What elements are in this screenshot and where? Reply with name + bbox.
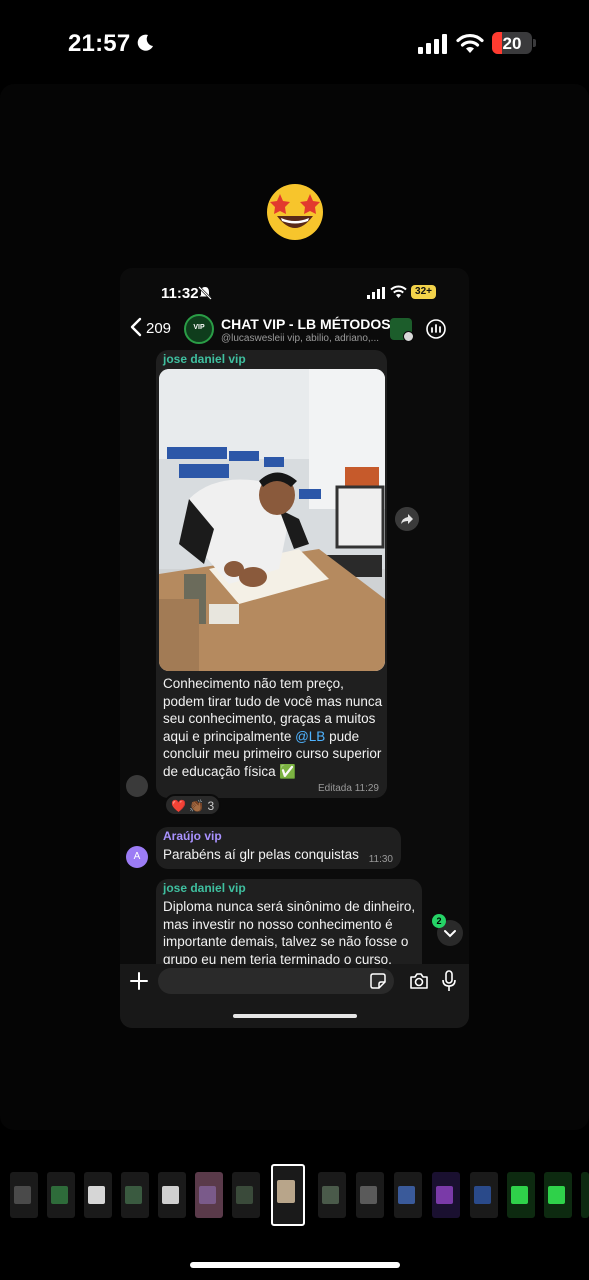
message-text: Parabéns aí glr pelas conquistas bbox=[163, 847, 359, 862]
thumbnail[interactable] bbox=[84, 1172, 112, 1218]
battery-level: 20 bbox=[502, 34, 522, 53]
group-avatar[interactable]: VIP bbox=[184, 314, 214, 344]
inner-home-indicator bbox=[233, 1014, 357, 1018]
camera-icon[interactable] bbox=[409, 972, 429, 990]
message-bubble[interactable]: Araújo vip Parabéns aí glr pelas conquis… bbox=[156, 827, 401, 869]
bell-muted-icon bbox=[198, 286, 212, 300]
chat-screenshot: 11:32 32+ 209 VIP CHAT VIP - LB MÉTODOS … bbox=[120, 268, 469, 1028]
chat-header: 209 VIP CHAT VIP - LB MÉTODOS @lucaswesl… bbox=[120, 308, 469, 350]
classroom-photo bbox=[159, 369, 385, 671]
battery-indicator: 20 bbox=[492, 32, 532, 54]
message-time: Editada 11:29 bbox=[318, 783, 379, 794]
message-input[interactable] bbox=[158, 968, 394, 994]
message-photo[interactable] bbox=[159, 369, 385, 671]
message-time: 11:30 bbox=[368, 854, 393, 865]
thumbnail[interactable] bbox=[581, 1172, 589, 1218]
message-list[interactable]: jose daniel vip Conhecimento não tem pre… bbox=[120, 350, 469, 964]
inner-battery: 32+ bbox=[411, 285, 436, 299]
star-struck-emoji bbox=[267, 184, 323, 240]
thumbnail[interactable] bbox=[47, 1172, 75, 1218]
os-status-bar: 21:57 20 bbox=[0, 0, 589, 84]
inner-status-bar: 11:32 32+ bbox=[120, 268, 469, 308]
message-composer bbox=[120, 964, 469, 1028]
message-sender[interactable]: Araújo vip bbox=[163, 829, 222, 843]
sender-avatar[interactable] bbox=[126, 775, 148, 797]
thumbnail[interactable] bbox=[232, 1172, 260, 1218]
inner-wifi-icon bbox=[390, 285, 407, 298]
moon-icon bbox=[137, 34, 153, 51]
signal-icon bbox=[418, 34, 447, 54]
thumbnail[interactable] bbox=[318, 1172, 346, 1218]
thumbnail[interactable] bbox=[432, 1172, 460, 1218]
thumbnail[interactable] bbox=[10, 1172, 38, 1218]
wifi-icon bbox=[456, 33, 484, 53]
share-icon[interactable] bbox=[395, 507, 419, 531]
thumbnail[interactable] bbox=[195, 1172, 223, 1218]
mention-link[interactable]: @LB bbox=[295, 729, 325, 744]
thumbnail[interactable] bbox=[394, 1172, 422, 1218]
thumbnail[interactable] bbox=[470, 1172, 498, 1218]
poll-icon[interactable] bbox=[425, 318, 447, 340]
back-unread-count[interactable]: 209 bbox=[146, 320, 171, 337]
inner-time: 11:32 bbox=[161, 285, 199, 302]
thumbnail[interactable] bbox=[158, 1172, 186, 1218]
home-indicator[interactable] bbox=[190, 1262, 400, 1268]
unread-badge: 2 bbox=[432, 914, 446, 928]
message-bubble[interactable]: jose daniel vip Conhecimento não tem pre… bbox=[156, 350, 387, 798]
message-bubble[interactable]: jose daniel vip Diploma nunca será sinôn… bbox=[156, 879, 422, 964]
thumbnail-strip bbox=[0, 1160, 589, 1230]
mic-icon[interactable] bbox=[442, 970, 456, 992]
sticker-icon[interactable] bbox=[370, 973, 386, 989]
sender-avatar[interactable]: A bbox=[126, 846, 148, 868]
thumbnail[interactable] bbox=[356, 1172, 384, 1218]
inner-signal-icon bbox=[367, 287, 385, 299]
thumbnail[interactable] bbox=[507, 1172, 535, 1218]
thumbnail-selected[interactable] bbox=[271, 1164, 305, 1226]
message-sender[interactable]: jose daniel vip bbox=[163, 352, 246, 366]
chevron-left-icon[interactable] bbox=[130, 317, 142, 337]
plus-icon[interactable] bbox=[130, 972, 148, 990]
group-name[interactable]: CHAT VIP - LB MÉTODOS bbox=[221, 316, 391, 332]
group-members[interactable]: @lucaswesleii vip, abilio, adriano,... bbox=[221, 333, 381, 344]
thumbnail[interactable] bbox=[544, 1172, 572, 1218]
os-time: 21:57 bbox=[68, 30, 131, 57]
message-text: Conhecimento não tem preço, podem tirar … bbox=[163, 676, 383, 779]
message-text: Diploma nunca será sinônimo de dinheiro,… bbox=[163, 899, 416, 964]
thumbnail[interactable] bbox=[121, 1172, 149, 1218]
message-sender[interactable]: jose daniel vip bbox=[163, 881, 246, 895]
message-reactions[interactable]: ❤️ 👏🏾 3 bbox=[164, 794, 221, 816]
